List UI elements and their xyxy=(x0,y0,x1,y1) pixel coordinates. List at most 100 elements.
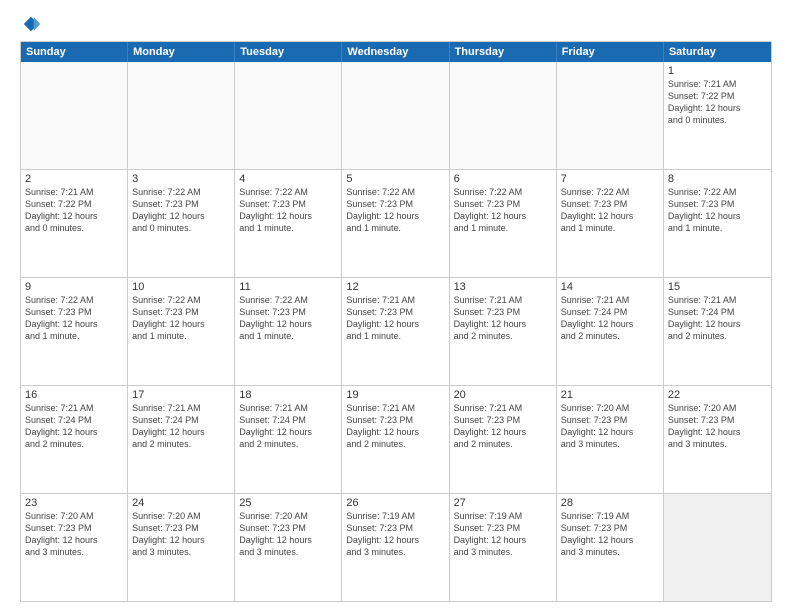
calendar-empty-cell xyxy=(450,62,557,169)
calendar-day-cell: 9Sunrise: 7:22 AM Sunset: 7:23 PM Daylig… xyxy=(21,278,128,385)
calendar-day-cell: 15Sunrise: 7:21 AM Sunset: 7:24 PM Dayli… xyxy=(664,278,771,385)
day-info: Sunrise: 7:19 AM Sunset: 7:23 PM Dayligh… xyxy=(561,510,659,559)
calendar-empty-cell xyxy=(342,62,449,169)
day-number: 3 xyxy=(132,173,230,185)
weekday-header: Saturday xyxy=(664,42,771,62)
day-info: Sunrise: 7:21 AM Sunset: 7:23 PM Dayligh… xyxy=(454,402,552,451)
day-info: Sunrise: 7:21 AM Sunset: 7:22 PM Dayligh… xyxy=(25,186,123,235)
day-number: 19 xyxy=(346,389,444,401)
calendar-row: 2Sunrise: 7:21 AM Sunset: 7:22 PM Daylig… xyxy=(21,169,771,277)
calendar-empty-cell xyxy=(557,62,664,169)
day-info: Sunrise: 7:20 AM Sunset: 7:23 PM Dayligh… xyxy=(239,510,337,559)
header xyxy=(20,15,772,33)
weekday-header: Friday xyxy=(557,42,664,62)
calendar-day-cell: 24Sunrise: 7:20 AM Sunset: 7:23 PM Dayli… xyxy=(128,494,235,601)
day-info: Sunrise: 7:21 AM Sunset: 7:22 PM Dayligh… xyxy=(668,78,767,127)
page: SundayMondayTuesdayWednesdayThursdayFrid… xyxy=(0,0,792,612)
calendar-day-cell: 18Sunrise: 7:21 AM Sunset: 7:24 PM Dayli… xyxy=(235,386,342,493)
day-info: Sunrise: 7:21 AM Sunset: 7:23 PM Dayligh… xyxy=(346,294,444,343)
day-info: Sunrise: 7:22 AM Sunset: 7:23 PM Dayligh… xyxy=(132,186,230,235)
calendar-day-cell: 20Sunrise: 7:21 AM Sunset: 7:23 PM Dayli… xyxy=(450,386,557,493)
day-number: 13 xyxy=(454,281,552,293)
day-number: 22 xyxy=(668,389,767,401)
day-number: 12 xyxy=(346,281,444,293)
day-info: Sunrise: 7:22 AM Sunset: 7:23 PM Dayligh… xyxy=(25,294,123,343)
day-info: Sunrise: 7:22 AM Sunset: 7:23 PM Dayligh… xyxy=(561,186,659,235)
day-info: Sunrise: 7:21 AM Sunset: 7:24 PM Dayligh… xyxy=(132,402,230,451)
day-number: 1 xyxy=(668,65,767,77)
calendar-body: 1Sunrise: 7:21 AM Sunset: 7:22 PM Daylig… xyxy=(21,62,771,601)
calendar-day-cell: 6Sunrise: 7:22 AM Sunset: 7:23 PM Daylig… xyxy=(450,170,557,277)
calendar-empty-cell xyxy=(664,494,771,601)
calendar-day-cell: 17Sunrise: 7:21 AM Sunset: 7:24 PM Dayli… xyxy=(128,386,235,493)
calendar-row: 16Sunrise: 7:21 AM Sunset: 7:24 PM Dayli… xyxy=(21,385,771,493)
day-info: Sunrise: 7:21 AM Sunset: 7:24 PM Dayligh… xyxy=(668,294,767,343)
calendar-day-cell: 19Sunrise: 7:21 AM Sunset: 7:23 PM Dayli… xyxy=(342,386,449,493)
day-number: 5 xyxy=(346,173,444,185)
day-info: Sunrise: 7:21 AM Sunset: 7:24 PM Dayligh… xyxy=(561,294,659,343)
day-number: 2 xyxy=(25,173,123,185)
day-number: 16 xyxy=(25,389,123,401)
calendar-empty-cell xyxy=(235,62,342,169)
day-info: Sunrise: 7:20 AM Sunset: 7:23 PM Dayligh… xyxy=(132,510,230,559)
calendar: SundayMondayTuesdayWednesdayThursdayFrid… xyxy=(20,41,772,602)
day-number: 26 xyxy=(346,497,444,509)
calendar-day-cell: 26Sunrise: 7:19 AM Sunset: 7:23 PM Dayli… xyxy=(342,494,449,601)
day-number: 11 xyxy=(239,281,337,293)
day-info: Sunrise: 7:22 AM Sunset: 7:23 PM Dayligh… xyxy=(454,186,552,235)
weekday-header: Wednesday xyxy=(342,42,449,62)
day-info: Sunrise: 7:22 AM Sunset: 7:23 PM Dayligh… xyxy=(239,186,337,235)
day-info: Sunrise: 7:22 AM Sunset: 7:23 PM Dayligh… xyxy=(346,186,444,235)
calendar-header: SundayMondayTuesdayWednesdayThursdayFrid… xyxy=(21,42,771,62)
day-number: 25 xyxy=(239,497,337,509)
calendar-day-cell: 12Sunrise: 7:21 AM Sunset: 7:23 PM Dayli… xyxy=(342,278,449,385)
day-number: 21 xyxy=(561,389,659,401)
calendar-day-cell: 23Sunrise: 7:20 AM Sunset: 7:23 PM Dayli… xyxy=(21,494,128,601)
day-info: Sunrise: 7:20 AM Sunset: 7:23 PM Dayligh… xyxy=(668,402,767,451)
day-number: 18 xyxy=(239,389,337,401)
calendar-day-cell: 27Sunrise: 7:19 AM Sunset: 7:23 PM Dayli… xyxy=(450,494,557,601)
weekday-header: Thursday xyxy=(450,42,557,62)
calendar-day-cell: 8Sunrise: 7:22 AM Sunset: 7:23 PM Daylig… xyxy=(664,170,771,277)
day-info: Sunrise: 7:21 AM Sunset: 7:24 PM Dayligh… xyxy=(25,402,123,451)
day-info: Sunrise: 7:22 AM Sunset: 7:23 PM Dayligh… xyxy=(132,294,230,343)
day-info: Sunrise: 7:19 AM Sunset: 7:23 PM Dayligh… xyxy=(454,510,552,559)
day-number: 6 xyxy=(454,173,552,185)
calendar-day-cell: 25Sunrise: 7:20 AM Sunset: 7:23 PM Dayli… xyxy=(235,494,342,601)
logo xyxy=(20,15,40,33)
calendar-day-cell: 16Sunrise: 7:21 AM Sunset: 7:24 PM Dayli… xyxy=(21,386,128,493)
day-info: Sunrise: 7:22 AM Sunset: 7:23 PM Dayligh… xyxy=(239,294,337,343)
calendar-day-cell: 1Sunrise: 7:21 AM Sunset: 7:22 PM Daylig… xyxy=(664,62,771,169)
day-number: 8 xyxy=(668,173,767,185)
day-number: 4 xyxy=(239,173,337,185)
calendar-empty-cell xyxy=(128,62,235,169)
calendar-day-cell: 10Sunrise: 7:22 AM Sunset: 7:23 PM Dayli… xyxy=(128,278,235,385)
calendar-day-cell: 22Sunrise: 7:20 AM Sunset: 7:23 PM Dayli… xyxy=(664,386,771,493)
day-number: 17 xyxy=(132,389,230,401)
day-number: 15 xyxy=(668,281,767,293)
calendar-row: 9Sunrise: 7:22 AM Sunset: 7:23 PM Daylig… xyxy=(21,277,771,385)
day-number: 10 xyxy=(132,281,230,293)
weekday-header: Monday xyxy=(128,42,235,62)
calendar-day-cell: 7Sunrise: 7:22 AM Sunset: 7:23 PM Daylig… xyxy=(557,170,664,277)
day-number: 28 xyxy=(561,497,659,509)
day-info: Sunrise: 7:21 AM Sunset: 7:24 PM Dayligh… xyxy=(239,402,337,451)
calendar-day-cell: 13Sunrise: 7:21 AM Sunset: 7:23 PM Dayli… xyxy=(450,278,557,385)
day-info: Sunrise: 7:20 AM Sunset: 7:23 PM Dayligh… xyxy=(25,510,123,559)
day-info: Sunrise: 7:22 AM Sunset: 7:23 PM Dayligh… xyxy=(668,186,767,235)
day-number: 23 xyxy=(25,497,123,509)
calendar-day-cell: 11Sunrise: 7:22 AM Sunset: 7:23 PM Dayli… xyxy=(235,278,342,385)
day-info: Sunrise: 7:19 AM Sunset: 7:23 PM Dayligh… xyxy=(346,510,444,559)
day-number: 14 xyxy=(561,281,659,293)
day-info: Sunrise: 7:21 AM Sunset: 7:23 PM Dayligh… xyxy=(346,402,444,451)
weekday-header: Tuesday xyxy=(235,42,342,62)
calendar-empty-cell xyxy=(21,62,128,169)
calendar-row: 23Sunrise: 7:20 AM Sunset: 7:23 PM Dayli… xyxy=(21,493,771,601)
day-info: Sunrise: 7:21 AM Sunset: 7:23 PM Dayligh… xyxy=(454,294,552,343)
day-number: 27 xyxy=(454,497,552,509)
calendar-day-cell: 4Sunrise: 7:22 AM Sunset: 7:23 PM Daylig… xyxy=(235,170,342,277)
logo-icon xyxy=(22,15,40,33)
day-number: 7 xyxy=(561,173,659,185)
day-number: 9 xyxy=(25,281,123,293)
calendar-day-cell: 28Sunrise: 7:19 AM Sunset: 7:23 PM Dayli… xyxy=(557,494,664,601)
